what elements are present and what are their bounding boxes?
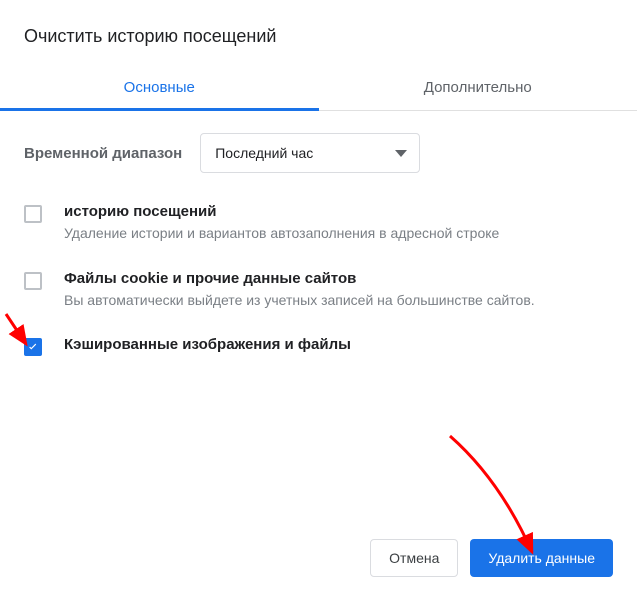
- time-range-row: Временной диапазон Последний час: [24, 133, 613, 173]
- option-desc: Вы автоматически выйдете из учетных запи…: [64, 291, 535, 311]
- option-title: историю посещений: [64, 203, 499, 220]
- time-range-label: Временной диапазон: [24, 145, 182, 162]
- option-browsing-history: историю посещений Удаление истории и вар…: [24, 203, 613, 244]
- delete-data-button[interactable]: Удалить данные: [470, 539, 613, 577]
- delete-data-button-label: Удалить данные: [488, 550, 595, 566]
- option-cookies: Файлы cookie и прочие данные сайтов Вы а…: [24, 270, 613, 311]
- checkbox-cookies[interactable]: [24, 272, 42, 290]
- option-cached-images: Кэшированные изображения и файлы: [24, 336, 613, 357]
- tabs: Основные Дополнительно: [0, 65, 637, 111]
- checkbox-browsing-history[interactable]: [24, 205, 42, 223]
- dialog-title: Очистить историю посещений: [0, 0, 637, 65]
- checkbox-cached-images[interactable]: [24, 338, 42, 356]
- clear-browsing-data-dialog: Очистить историю посещений Основные Допо…: [0, 0, 637, 599]
- tab-advanced[interactable]: Дополнительно: [319, 65, 637, 110]
- check-icon: [26, 340, 40, 354]
- cancel-button-label: Отмена: [389, 550, 439, 566]
- cancel-button[interactable]: Отмена: [370, 539, 458, 577]
- option-title: Файлы cookie и прочие данные сайтов: [64, 270, 535, 287]
- time-range-value: Последний час: [215, 145, 313, 161]
- tab-basic-label: Основные: [124, 79, 195, 96]
- time-range-select[interactable]: Последний час: [200, 133, 420, 173]
- option-text: Файлы cookie и прочие данные сайтов Вы а…: [64, 270, 535, 311]
- option-text: Кэшированные изображения и файлы: [64, 336, 351, 357]
- dialog-footer: Отмена Удалить данные: [370, 539, 613, 577]
- tab-advanced-label: Дополнительно: [424, 79, 532, 96]
- chevron-down-icon: [395, 150, 407, 157]
- dialog-body: Временной диапазон Последний час историю…: [0, 111, 637, 357]
- option-title: Кэшированные изображения и файлы: [64, 336, 351, 353]
- option-desc: Удаление истории и вариантов автозаполне…: [64, 224, 499, 244]
- tab-basic[interactable]: Основные: [0, 65, 319, 110]
- option-text: историю посещений Удаление истории и вар…: [64, 203, 499, 244]
